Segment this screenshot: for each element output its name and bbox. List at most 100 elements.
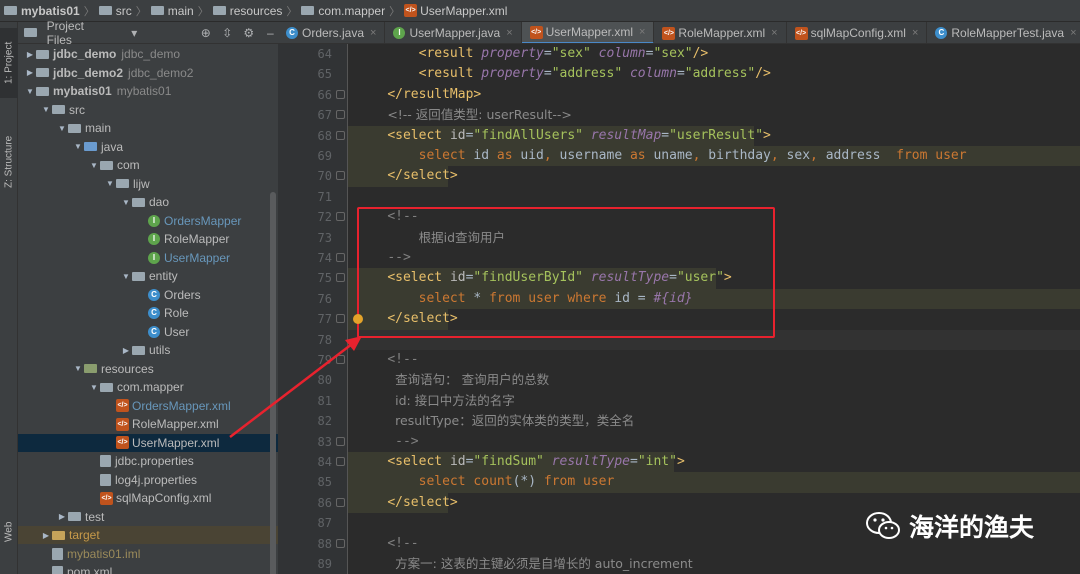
tree-item[interactable]: ▼ dao: [120, 193, 169, 211]
close-icon[interactable]: ×: [1070, 27, 1076, 39]
tree-item[interactable]: </> UserMapper.xml: [104, 434, 219, 452]
fold-marker-icon[interactable]: [336, 110, 345, 120]
tree-item[interactable]: ▼ java: [72, 138, 123, 156]
chevron-right-icon[interactable]: ▶: [56, 512, 68, 521]
chevron-down-icon[interactable]: ▼: [88, 383, 100, 392]
tree-item[interactable]: </> sqlMapConfig.xml: [88, 489, 211, 507]
breadcrumb-item[interactable]: src: [98, 4, 132, 18]
fold-marker-icon[interactable]: [336, 130, 345, 140]
project-tool-tab[interactable]: 1: Project: [0, 28, 18, 98]
tree-item[interactable]: ▼ main: [56, 119, 111, 137]
tree-item[interactable]: ▼ lijw: [104, 175, 150, 193]
chevron-right-icon[interactable]: ▶: [24, 50, 36, 59]
tree-item[interactable]: I RoleMapper: [136, 230, 229, 248]
chevron-down-icon[interactable]: ▼: [120, 272, 132, 281]
chevron-down-icon[interactable]: ▼: [72, 142, 84, 151]
tree-item[interactable]: </> OrdersMapper.xml: [104, 397, 231, 415]
tree-item[interactable]: ▶ target: [40, 526, 100, 544]
tree-item[interactable]: ▼ src: [40, 101, 85, 119]
chevron-down-icon[interactable]: ▼: [88, 161, 100, 170]
folder-icon: [98, 6, 112, 15]
fold-marker-icon[interactable]: [336, 436, 345, 446]
breadcrumb-item[interactable]: main: [150, 4, 194, 18]
chevron-down-icon[interactable]: ▼: [104, 179, 116, 188]
breadcrumb-item[interactable]: mybatis01: [4, 4, 80, 18]
tree-item[interactable]: ▶ utils: [120, 341, 170, 359]
tree-item[interactable]: C Orders: [136, 286, 201, 304]
chevron-right-icon[interactable]: ▶: [24, 68, 36, 77]
tree-item[interactable]: ▶ jdbc_demo jdbc_demo: [24, 45, 180, 63]
tree-item[interactable]: C User: [136, 323, 189, 341]
chevron-down-icon[interactable]: ▼: [72, 364, 84, 373]
fold-marker-icon[interactable]: [336, 355, 345, 364]
project-scrollbar[interactable]: [270, 192, 276, 574]
chevron-down-icon[interactable]: ▼: [56, 124, 68, 133]
chevron-down-icon[interactable]: ▼: [24, 87, 36, 96]
hide-icon[interactable]: –: [263, 26, 279, 40]
editor-tab[interactable]: </> RoleMapper.xml ×: [654, 22, 787, 43]
fold-marker-icon[interactable]: [336, 497, 345, 507]
fold-marker-icon[interactable]: [336, 253, 345, 262]
code-token: count: [473, 474, 513, 490]
fold-marker-icon[interactable]: [336, 89, 345, 99]
fold-marker-icon[interactable]: [336, 273, 345, 283]
tree-item[interactable]: mybatis01.iml: [40, 545, 140, 563]
code-token: />: [692, 46, 709, 61]
close-icon[interactable]: ×: [912, 27, 918, 39]
xml-file-icon: </>: [116, 399, 129, 412]
chevron-down-icon[interactable]: ▾: [127, 26, 143, 40]
code-token: sex: [786, 148, 811, 163]
editor-tab[interactable]: </> UserMapper.xml ×: [521, 22, 655, 43]
fold-marker-icon[interactable]: [336, 314, 345, 324]
code-token: >: [676, 454, 685, 469]
close-icon[interactable]: ×: [506, 27, 512, 39]
fold-marker-icon[interactable]: [336, 212, 345, 222]
tree-item[interactable]: I UserMapper: [136, 249, 230, 267]
chevron-down-icon[interactable]: ▼: [40, 105, 52, 114]
editor-tab[interactable]: C Orders.java ×: [278, 22, 386, 43]
chevron-right-icon[interactable]: ▶: [40, 531, 52, 540]
code-token: select: [418, 148, 474, 163]
code-token: ,: [770, 148, 787, 163]
tree-item[interactable]: C Role: [136, 304, 189, 322]
tree-item[interactable]: pom.xml: [40, 563, 112, 574]
tree-item[interactable]: ▶ test: [56, 508, 104, 526]
breadcrumb-item[interactable]: resources: [212, 4, 282, 18]
collapse-icon[interactable]: ⇳: [220, 26, 236, 40]
breadcrumb-item[interactable]: com.mapper: [301, 4, 385, 18]
editor-tab[interactable]: I UserMapper.java ×: [385, 22, 522, 43]
structure-tool-tab[interactable]: Z: Structure: [0, 122, 18, 202]
gear-icon[interactable]: ⚙: [241, 26, 257, 40]
breadcrumb-item[interactable]: </> UserMapper.xml: [404, 4, 507, 18]
tree-item[interactable]: log4j.properties: [88, 471, 197, 489]
close-icon[interactable]: ×: [771, 27, 777, 39]
web-tool-tab[interactable]: Web: [0, 512, 18, 552]
tree-item[interactable]: ▼ mybatis01 mybatis01: [24, 82, 171, 100]
editor-tab[interactable]: </> sqlMapConfig.xml ×: [787, 22, 928, 43]
close-icon[interactable]: ×: [370, 27, 376, 39]
tree-item[interactable]: ▼ entity: [120, 267, 178, 285]
chevron-down-icon[interactable]: ▼: [120, 198, 132, 207]
fold-marker-icon[interactable]: [336, 171, 345, 181]
locate-icon[interactable]: ⊕: [198, 26, 214, 40]
code-line: </resultMap>: [348, 85, 1080, 105]
left-tool-strip: 1: Project Z: Structure Web: [0, 22, 18, 574]
tree-item[interactable]: ▼ com: [88, 156, 140, 174]
tree-item[interactable]: I OrdersMapper: [136, 212, 241, 230]
close-icon[interactable]: ×: [639, 26, 645, 38]
tree-item[interactable]: jdbc.properties: [88, 452, 194, 470]
tree-item[interactable]: ▼ com.mapper: [88, 378, 184, 396]
code-token: =: [543, 46, 552, 61]
fold-marker-icon[interactable]: [336, 538, 345, 548]
editor-tab[interactable]: C RoleMapperTest.java ×: [927, 22, 1080, 43]
tree-item[interactable]: </> RoleMapper.xml: [104, 415, 219, 433]
fold-marker-icon[interactable]: [336, 457, 345, 466]
tree-item[interactable]: ▼ resources: [72, 360, 154, 378]
intention-bulb-icon[interactable]: [353, 314, 363, 324]
project-view-selector[interactable]: Project Files: [47, 19, 111, 47]
code-token: username: [559, 148, 630, 163]
tree-item[interactable]: ▶ jdbc_demo2 jdbc_demo2: [24, 64, 194, 82]
chevron-right-icon[interactable]: ▶: [120, 346, 132, 355]
